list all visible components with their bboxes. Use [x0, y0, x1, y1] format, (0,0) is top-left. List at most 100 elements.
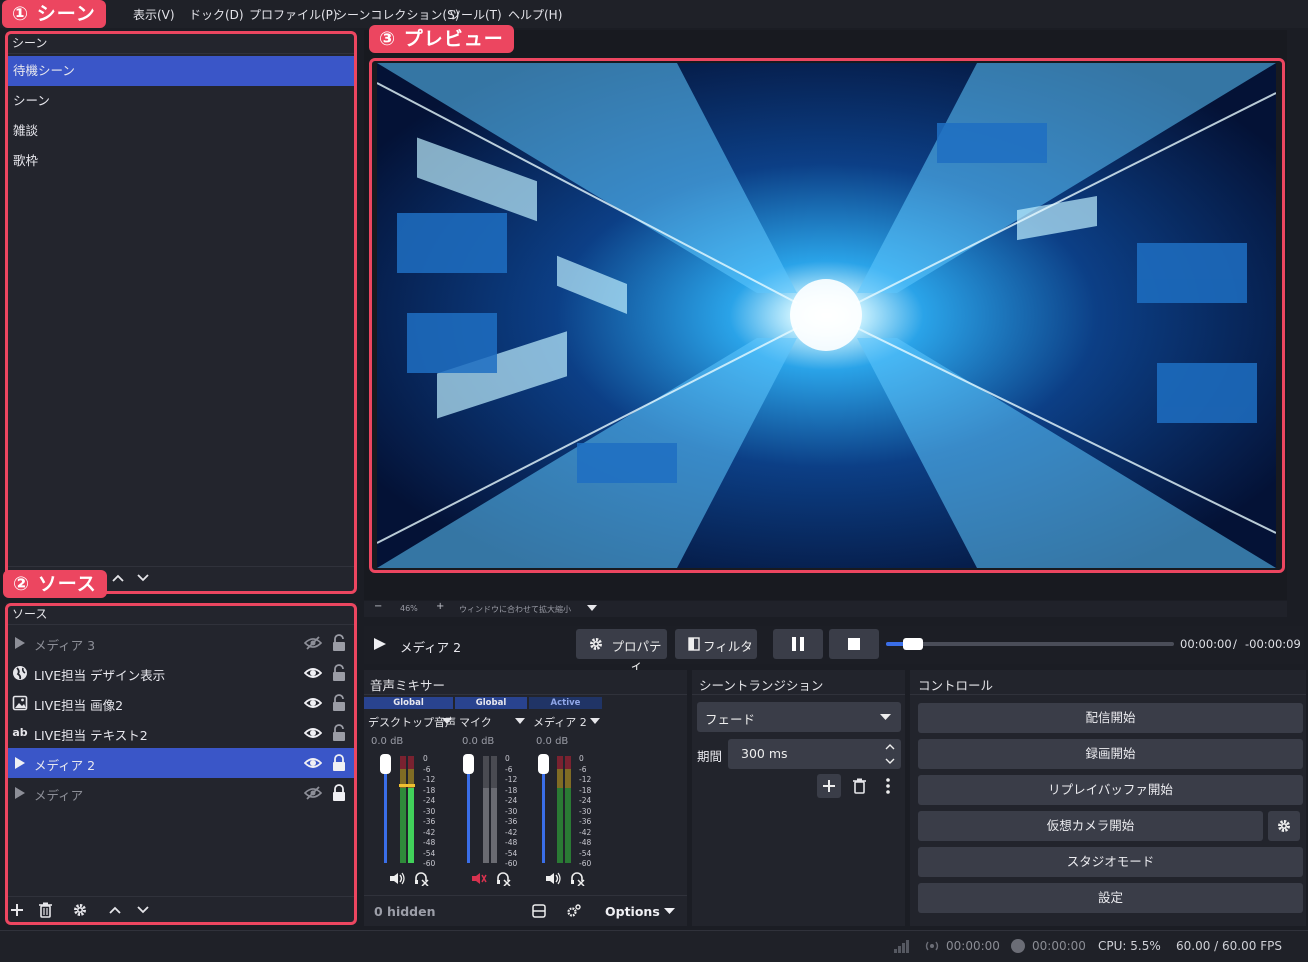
duration-down-icon[interactable] — [885, 758, 895, 765]
start-replay-buffer-button[interactable]: リプレイバッファ開始 — [918, 775, 1303, 805]
menu-tools[interactable]: ツール(T) — [449, 6, 502, 23]
menu-help[interactable]: ヘルプ(H) — [508, 6, 562, 23]
eye-hidden-icon[interactable] — [304, 635, 322, 651]
channel-3-tab: Active — [529, 697, 602, 709]
menu-profile[interactable]: プロファイル(P) — [249, 6, 338, 23]
monitor-off-icon[interactable] — [414, 872, 429, 886]
meter-scale-label: -18 — [579, 785, 592, 795]
source-item[interactable]: LIVE担当 画像2 — [8, 688, 354, 718]
meter-scale-label: -18 — [423, 785, 436, 795]
meter-scale-label: -42 — [579, 827, 592, 837]
meter-scale-label: -60 — [579, 859, 592, 868]
source-item-selected[interactable]: メディア 2 — [8, 748, 354, 778]
channel-1-dropdown-icon[interactable] — [442, 718, 452, 725]
fit-window-button[interactable]: ウィンドウに合わせて拡大縮小 — [459, 604, 571, 615]
eye-icon[interactable] — [304, 725, 322, 741]
filters-button[interactable]: フィルタ — [675, 629, 757, 659]
mixer-options-button[interactable]: Options — [605, 904, 660, 919]
scene-item-singing[interactable]: 歌枠 — [8, 146, 354, 176]
start-virtual-camera-button[interactable]: 仮想カメラ開始 — [918, 811, 1263, 841]
start-recording-button[interactable]: 録画開始 — [918, 739, 1303, 769]
meter-scale-label: 0 — [579, 754, 584, 763]
scene-move-down-icon[interactable] — [137, 573, 149, 583]
menu-dock[interactable]: ドック(D) — [189, 6, 244, 23]
properties-button[interactable]: プロパティ — [576, 629, 667, 673]
source-item[interactable]: メディア 3 — [8, 628, 354, 658]
preview-image — [377, 63, 1276, 568]
trash-icon[interactable] — [39, 902, 52, 918]
text-icon: ab — [12, 726, 28, 739]
channel-2-dropdown-icon[interactable] — [515, 718, 525, 725]
preview-canvas[interactable] — [377, 63, 1276, 568]
filter-icon — [688, 637, 700, 651]
transition-divider — [692, 694, 905, 695]
lock-icon[interactable] — [332, 754, 346, 772]
stop-button[interactable] — [829, 629, 879, 659]
media-seek-bar[interactable] — [886, 638, 1174, 650]
channel-3-name[interactable]: メディア 2 — [533, 714, 587, 730]
transition-type-select[interactable]: フェード — [697, 702, 901, 732]
source-item[interactable]: ab LIVE担当 テキスト2 — [8, 718, 354, 748]
settings-button[interactable]: 設定 — [918, 883, 1303, 913]
more-options-icon[interactable] — [885, 778, 891, 794]
media-seek-handle[interactable] — [902, 638, 923, 650]
meter-scale-label: -54 — [423, 848, 436, 858]
advanced-audio-icon[interactable] — [566, 904, 581, 918]
stop-icon — [848, 638, 860, 650]
unlock-icon[interactable] — [332, 694, 346, 712]
meter-scale-label: -36 — [579, 817, 592, 826]
channel-3-fader-handle[interactable] — [538, 754, 549, 774]
meter-scale-label: -30 — [423, 806, 436, 816]
duration-up-icon[interactable] — [885, 743, 895, 750]
speaker-icon[interactable] — [389, 872, 405, 885]
source-item[interactable]: LIVE担当 デザイン表示 — [8, 658, 354, 688]
signal-strength-icon — [894, 940, 909, 953]
eye-hidden-icon[interactable] — [304, 785, 322, 801]
menu-view[interactable]: 表示(V) — [133, 6, 175, 23]
source-move-up-icon[interactable] — [109, 905, 121, 915]
scene-item-chat[interactable]: 雑談 — [8, 116, 354, 146]
layout-toggle-icon[interactable] — [532, 904, 546, 918]
gear-icon[interactable] — [73, 903, 87, 917]
remove-transition-icon[interactable] — [853, 778, 866, 794]
monitor-off-icon[interactable] — [496, 872, 511, 886]
lock-icon[interactable] — [332, 784, 346, 802]
transition-dropdown-icon — [880, 714, 891, 720]
channel-2-name[interactable]: マイク — [459, 714, 492, 730]
add-source-icon[interactable] — [10, 903, 24, 917]
duration-input[interactable]: 300 ms — [728, 739, 901, 769]
options-dropdown-icon[interactable] — [664, 908, 675, 915]
channel-1-tab: Global — [364, 697, 453, 709]
eye-icon[interactable] — [304, 755, 322, 771]
eye-icon[interactable] — [304, 695, 322, 711]
studio-mode-button[interactable]: スタジオモード — [918, 847, 1303, 877]
menu-scene-collection[interactable]: シーンコレクション(S) — [335, 6, 459, 23]
speaker-icon[interactable] — [545, 872, 561, 885]
channel-2-fader-handle[interactable] — [463, 754, 474, 774]
eye-icon[interactable] — [304, 665, 322, 681]
speaker-muted-icon[interactable] — [471, 872, 487, 885]
pause-button[interactable] — [773, 629, 823, 659]
source-move-down-icon[interactable] — [137, 905, 149, 915]
channel-3-dropdown-icon[interactable] — [590, 718, 600, 725]
channel-3-meter-r — [565, 756, 571, 863]
scene-item-standby[interactable]: 待機シーン — [8, 56, 354, 86]
scene-move-up-icon[interactable] — [112, 573, 124, 583]
monitor-off-icon[interactable] — [570, 872, 585, 886]
unlock-icon[interactable] — [332, 634, 346, 652]
duration-value: 300 ms — [741, 746, 788, 761]
virtual-camera-settings-button[interactable] — [1268, 811, 1300, 841]
scene-item-scene[interactable]: シーン — [8, 86, 354, 116]
zoom-in-icon[interactable]: + — [436, 601, 444, 612]
zoom-out-icon[interactable]: − — [374, 601, 382, 612]
unlock-icon[interactable] — [332, 724, 346, 742]
channel-1-fader-handle[interactable] — [380, 754, 391, 774]
channel-1-scale: 0 -6 -12 -18 -24 -30 -36 -42 -48 -54 -60 — [423, 754, 435, 870]
add-transition-button[interactable] — [817, 774, 841, 798]
start-streaming-button[interactable]: 配信開始 — [918, 703, 1303, 733]
media-time-remaining: -00:00:09 — [1245, 637, 1301, 651]
transition-title: シーントランジション — [699, 678, 824, 693]
source-item[interactable]: メディア — [8, 778, 354, 808]
unlock-icon[interactable] — [332, 664, 346, 682]
zoom-dropdown-icon[interactable] — [587, 605, 597, 612]
